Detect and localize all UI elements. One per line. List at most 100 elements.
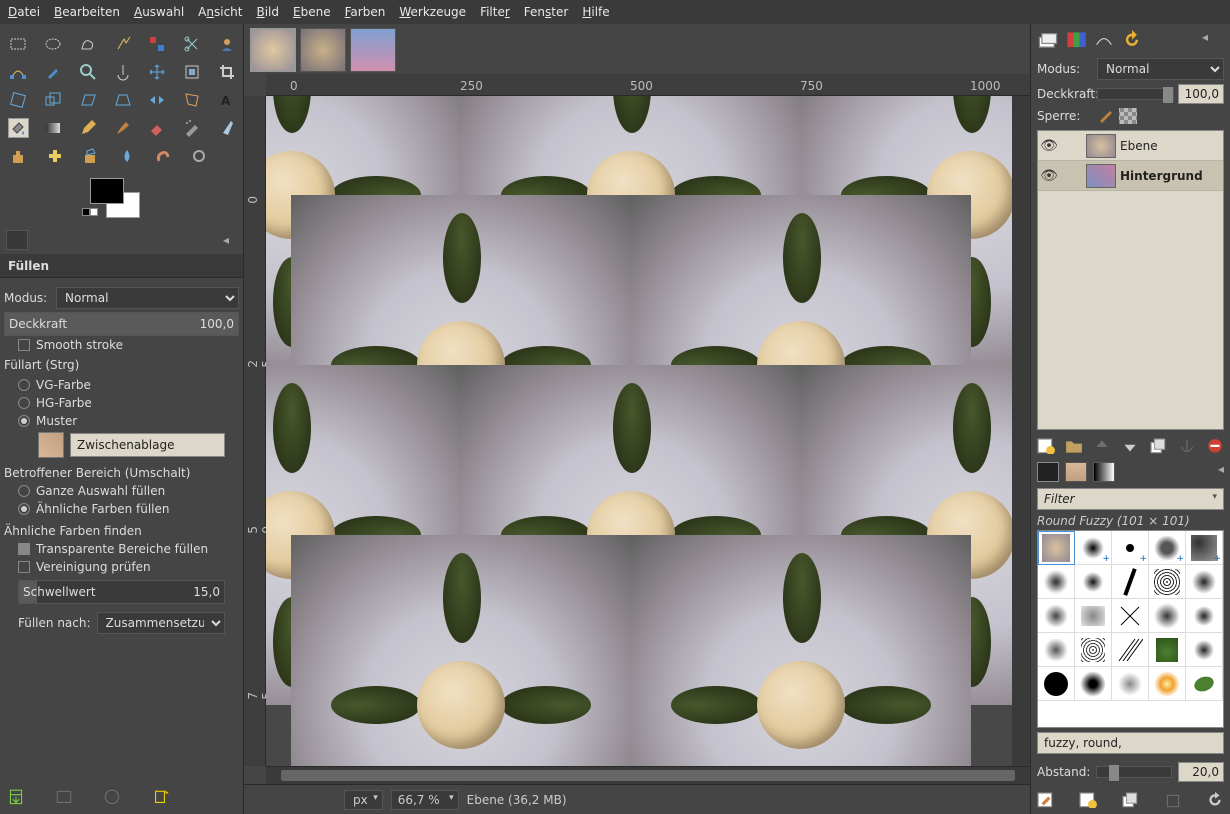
layer-opacity-slider[interactable] [1097,88,1174,100]
tool-scissors[interactable] [182,34,203,54]
lock-pixels-icon[interactable] [1097,108,1115,124]
tool-rect-select[interactable] [8,34,29,54]
brush-item[interactable] [1112,565,1149,599]
menu-filter[interactable]: Filter [480,5,510,19]
menu-fenster[interactable]: Fenster [524,5,569,19]
tool-crop[interactable] [216,62,237,82]
brush-item[interactable]: + [1112,531,1149,565]
pattern-name[interactable]: Zwischenablage [70,433,225,457]
new-group-icon[interactable] [1065,438,1083,454]
brush-item[interactable] [1112,633,1149,667]
tool-blend[interactable] [43,118,64,138]
duplicate-brush-icon[interactable] [1122,792,1140,808]
fill-pattern-radio[interactable]: Muster [4,412,239,430]
image-tab-3[interactable] [350,28,396,72]
tool-clone[interactable] [8,146,30,166]
menu-ebene[interactable]: Ebene [293,5,331,19]
paths-tab-icon[interactable] [1093,30,1115,50]
mode-select[interactable]: Normal [56,287,239,309]
lower-layer-icon[interactable] [1121,438,1139,454]
tool-heal[interactable] [44,146,66,166]
brush-item[interactable] [1186,633,1223,667]
raise-layer-icon[interactable] [1093,438,1111,454]
menubar[interactable]: Datei Bearbeiten Auswahl Ansicht Bild Eb… [0,0,1230,24]
brush-item[interactable] [1149,599,1186,633]
vscrollbar[interactable] [1012,96,1030,766]
tool-shear[interactable] [77,90,98,110]
layer-row[interactable]: 👁 Ebene [1038,131,1223,161]
tool-ellipse-select[interactable] [43,34,64,54]
ruler-vertical[interactable]: 0 250 500 750 [244,96,266,766]
zoom-select[interactable]: 66,7 % [391,790,459,810]
dock-menu-icon[interactable]: ◂ [223,233,237,247]
tool-paths[interactable] [8,62,29,82]
union-check[interactable]: Vereinigung prüfen [4,558,239,576]
menu-farben[interactable]: Farben [345,5,386,19]
layer-name[interactable]: Ebene [1120,139,1158,153]
menu-auswahl[interactable]: Auswahl [134,5,184,19]
tool-color-picker[interactable] [43,62,64,82]
brush-item[interactable] [1112,667,1149,701]
unit-select[interactable]: px [344,790,383,810]
color-swatch[interactable] [0,170,243,226]
dock-menu-icon[interactable]: ◂ [1218,462,1224,482]
ruler-horizontal[interactable]: 0 250 500 750 1000 [266,74,1030,96]
delete-brush-icon[interactable] [1164,792,1182,808]
canvas-image[interactable] [290,194,970,704]
menu-datei[interactable]: Datei [8,5,40,19]
transp-check[interactable]: Transparente Bereiche füllen [4,540,239,558]
brush-item[interactable] [1186,599,1223,633]
duplicate-layer-icon[interactable] [1150,438,1168,454]
refresh-brush-icon[interactable] [1206,792,1224,808]
tool-flip[interactable] [147,90,168,110]
tool-measure[interactable] [112,62,133,82]
brush-item[interactable] [1038,667,1075,701]
layer-row[interactable]: 👁 Hintergrund [1038,161,1223,191]
channels-tab-icon[interactable] [1065,30,1087,50]
brush-item[interactable] [1038,565,1075,599]
fill-vg-radio[interactable]: VG-Farbe [4,376,239,394]
image-tab-2[interactable] [300,28,346,72]
fill-similar-radio[interactable]: Ähnliche Farben füllen [4,500,239,518]
threshold-slider[interactable]: Schwellwert 15,0 [18,580,225,604]
tool-options-tab-icon[interactable] [6,230,28,250]
tool-scale[interactable] [43,90,64,110]
image-tab-1[interactable] [250,28,296,72]
brush-item[interactable] [1075,667,1112,701]
tool-perspective-clone[interactable] [80,146,102,166]
save-options-icon[interactable] [6,788,26,806]
tool-eraser[interactable] [147,118,168,138]
menu-werkzeuge[interactable]: Werkzeuge [399,5,466,19]
edit-brush-icon[interactable] [1037,792,1055,808]
layer-opacity-field[interactable] [1178,84,1224,104]
tool-rotate[interactable] [8,90,29,110]
fill-whole-radio[interactable]: Ganze Auswahl füllen [4,482,239,500]
eye-icon[interactable]: 👁 [1038,138,1060,154]
brush-tags-input[interactable]: fuzzy, round, [1037,732,1224,754]
tool-smudge[interactable] [152,146,174,166]
gradients-tab-icon[interactable] [1093,462,1115,482]
undo-tab-icon[interactable] [1121,30,1143,50]
brush-item[interactable]: + [1149,531,1186,565]
fillby-select[interactable]: Zusammensetzung [97,612,225,634]
brush-item[interactable] [1038,599,1075,633]
new-layer-icon[interactable] [1037,438,1055,454]
menu-ansicht[interactable]: Ansicht [198,5,242,19]
delete-layer-icon[interactable] [1206,438,1224,454]
layer-name[interactable]: Hintergrund [1120,169,1203,183]
restore-options-icon[interactable] [54,788,74,806]
reset-options-icon[interactable] [150,788,170,806]
pattern-swatch[interactable] [38,432,64,458]
lock-alpha-icon[interactable] [1119,108,1137,124]
tool-paintbrush[interactable] [112,118,133,138]
smooth-stroke-check[interactable]: Smooth stroke [4,336,239,354]
brush-item[interactable] [1075,599,1112,633]
menu-bild[interactable]: Bild [256,5,279,19]
brush-item[interactable] [1186,667,1223,701]
brush-item[interactable] [1038,633,1075,667]
brush-item[interactable]: + [1186,531,1223,565]
eye-icon[interactable]: 👁 [1038,168,1060,184]
foreground-color[interactable] [90,178,124,204]
fill-hg-radio[interactable]: HG-Farbe [4,394,239,412]
new-brush-icon[interactable] [1079,792,1097,808]
